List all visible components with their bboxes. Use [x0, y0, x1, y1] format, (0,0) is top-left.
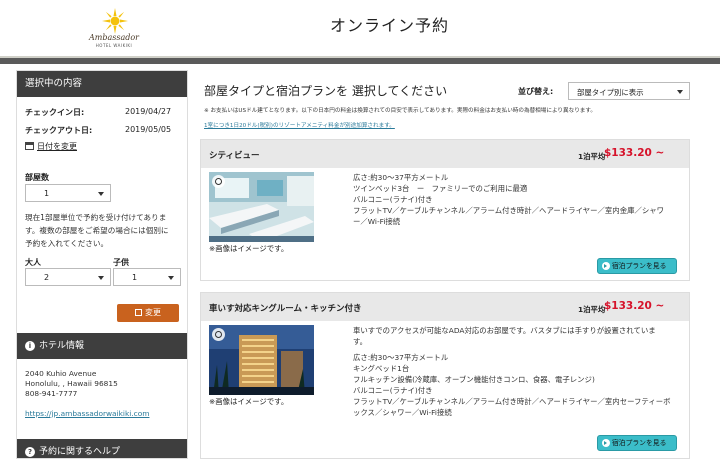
address-line: Honolulu, , Hawaii 96815: [25, 379, 118, 388]
room-spec: 広さ:約30〜37平方メートル: [353, 353, 449, 362]
room-spec: バルコニー(ラナイ)付き: [353, 195, 433, 204]
room-photo[interactable]: [209, 172, 314, 242]
image-note: ※画像はイメージです。: [209, 397, 289, 406]
change-button[interactable]: 変更: [117, 304, 179, 322]
help-title: 予約に関するヘルプ: [39, 447, 121, 457]
checkout-value: 2019/05/05: [125, 125, 172, 134]
change-date-link[interactable]: 日付を変更: [25, 141, 77, 152]
main-title: 部屋タイプと宿泊プランを 選択してください: [204, 84, 448, 98]
chevron-down-icon: [677, 90, 683, 94]
logo-subtitle: HOTEL WAIKIKI: [95, 43, 133, 48]
view-plans-button[interactable]: 宿泊プランを見る: [597, 258, 677, 274]
sort-label: 並び替え:: [518, 87, 554, 96]
hotel-address: 2040 Kuhio Avenue Honolulu, , Hawaii 968…: [25, 369, 118, 399]
room-spec: キングベッド1台: [353, 364, 410, 373]
room-description: 広さ:約30〜37平方メートル ツインベッド3台 ー ファミリーでのご利用に最適…: [353, 172, 664, 227]
rooms-select[interactable]: 1: [25, 184, 111, 202]
checkin-label: チェックイン日:: [25, 108, 85, 117]
page-title: オンライン予約: [330, 16, 450, 35]
room-photo[interactable]: [209, 325, 314, 395]
sort-value: 部屋タイプ別に表示: [577, 88, 644, 97]
notice-line: 現在1部屋単位で予約を受け付けてありま: [25, 213, 167, 222]
room-card: 車いす対応キングルーム・キッチン付き 1泊平均 $133.20 ~ ※画像はイメ…: [200, 292, 690, 459]
view-plans-button[interactable]: 宿泊プランを見る: [597, 435, 677, 451]
children-label: 子供: [113, 258, 129, 267]
room-price: $133.20 ~: [604, 300, 665, 312]
hotel-logo[interactable]: Ambassador HOTEL WAIKIKI: [78, 8, 150, 50]
image-note: ※画像はイメージです。: [209, 244, 289, 253]
notice-line: 予約を入れてください。: [25, 239, 109, 248]
room-name: 車いす対応キングルーム・キッチン付き: [209, 304, 362, 314]
checkout-row: チェックアウト日: 2019/05/05: [17, 119, 187, 137]
room-spec: ツインベッド3台 ー ファミリーでのご利用に最適: [353, 184, 528, 193]
sort-select[interactable]: 部屋タイプ別に表示: [568, 82, 690, 100]
hotel-info-header: i ホテル情報: [17, 333, 187, 359]
room-price: $133.20 ~: [604, 147, 665, 159]
rooms-value: 1: [44, 189, 50, 198]
header-band: [0, 56, 720, 64]
room-spec: フラットTV／ケーブルチャンネル／アラーム付き時計／ヘアードライヤー／室内金庫／…: [353, 206, 665, 215]
chevron-down-icon: [168, 276, 174, 280]
adults-label: 大人: [25, 258, 41, 267]
rooms-notice: 現在1部屋単位で予約を受け付けてありま す。複数の部屋をご希望の場合には個別に …: [25, 211, 185, 250]
booking-sidebar: 選択中の内容 チェックイン日: 2019/04/27 チェックアウト日: 201…: [16, 70, 188, 459]
help-header[interactable]: ? 予約に関するヘルプ: [17, 439, 187, 458]
room-intro: 車いすでのアクセスが可能なADA対応のお部屋です。バスタブには手すりが設置されて…: [353, 326, 656, 335]
adults-select[interactable]: 2: [25, 268, 111, 286]
selection-header: 選択中の内容: [17, 71, 187, 97]
checkin-row: チェックイン日: 2019/04/27: [17, 101, 187, 119]
room-name: シティビュー: [209, 151, 260, 161]
checkout-label: チェックアウト日:: [25, 126, 93, 135]
hotel-phone: 808-941-7777: [25, 389, 78, 398]
edit-icon: [135, 309, 142, 316]
room-card-header: 車いす対応キングルーム・キッチン付き 1泊平均 $133.20 ~: [201, 293, 689, 321]
per-night-label: 1泊平均: [578, 305, 606, 314]
resort-fee-link[interactable]: 1室につき1日20ドル(税別)のリゾートアメニティ料金が別途加算されます。: [204, 121, 395, 129]
room-card: シティビュー 1泊平均 $133.20 ~ ※画像はイメージです。 広さ:約30…: [200, 139, 690, 281]
chevron-down-icon: [98, 276, 104, 280]
chevron-right-icon: [602, 262, 610, 270]
adults-value: 2: [44, 273, 50, 282]
rooms-label: 部屋数: [25, 173, 49, 182]
hotel-info-title: ホテル情報: [39, 341, 85, 351]
room-spec: フラットTV／ケーブルチャンネル／アラーム付き時計／ヘアードライヤー／室内セーフ…: [353, 397, 671, 406]
zoom-icon[interactable]: [212, 328, 225, 341]
notice-line: す。複数の部屋をご希望の場合には個別に: [25, 226, 169, 235]
view-plans-label: 宿泊プランを見る: [612, 262, 667, 270]
info-icon: i: [25, 341, 35, 351]
room-description: 車いすでのアクセスが可能なADA対応のお部屋です。バスタブには手すりが設置されて…: [353, 325, 671, 418]
change-date-label: 日付を変更: [37, 142, 77, 151]
room-intro: す。: [353, 337, 368, 346]
site-header: Ambassador HOTEL WAIKIKI オンライン予約: [0, 0, 720, 56]
room-card-header: シティビュー 1泊平均 $133.20 ~: [201, 140, 689, 168]
room-spec: 広さ:約30〜37平方メートル: [353, 173, 449, 182]
zoom-icon[interactable]: [212, 175, 225, 188]
logo-name: Ambassador: [89, 33, 139, 42]
hotel-website-link[interactable]: https://jp.ambassadorwaikiki.com: [25, 409, 149, 418]
children-select[interactable]: 1: [113, 268, 181, 286]
address-line: 2040 Kuhio Avenue: [25, 369, 97, 378]
help-icon: ?: [25, 447, 35, 457]
room-spec: フルキッチン設備(冷蔵庫、オーブン機能付きコンロ、食器、電子レンジ): [353, 375, 595, 384]
room-spec: ー／Wi-Fi接続: [353, 217, 401, 226]
change-button-label: 変更: [145, 308, 161, 317]
chevron-down-icon: [98, 192, 104, 196]
view-plans-label: 宿泊プランを見る: [612, 439, 667, 447]
checkin-value: 2019/04/27: [125, 107, 172, 116]
chevron-right-icon: [602, 439, 610, 447]
calendar-icon: [25, 142, 34, 150]
children-value: 1: [132, 273, 138, 282]
room-spec: ックス／シャワー／Wi-Fi接続: [353, 408, 452, 417]
per-night-label: 1泊平均: [578, 152, 606, 161]
currency-disclaimer: ※ お支払いはUSドル建てとなります。以下の日本円の料金は換算されての目安で表示…: [204, 108, 597, 114]
sun-logo-icon: [102, 8, 128, 34]
room-spec: バルコニー(ラナイ)付き: [353, 386, 433, 395]
